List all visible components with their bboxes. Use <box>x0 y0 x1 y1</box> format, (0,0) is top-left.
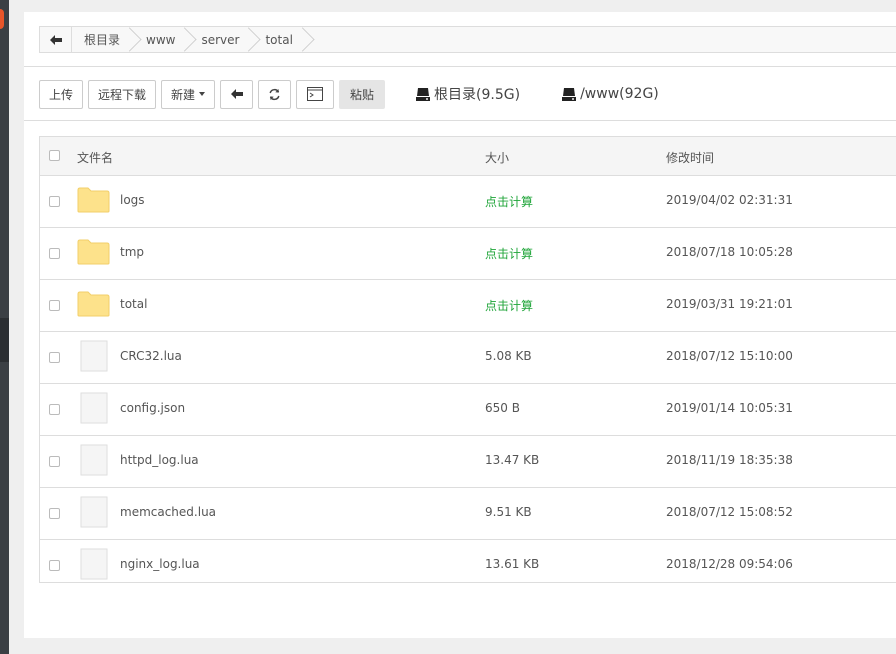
breadcrumb-back-button[interactable] <box>40 27 72 52</box>
folder-icon <box>77 187 110 213</box>
new-label: 新建 <box>171 87 196 102</box>
file-size: 13.47 KB <box>485 453 540 467</box>
refresh-icon <box>269 88 280 100</box>
toolbar: 上传 远程下载 新建 粘贴 根目录(9.5G) /www(92G) <box>39 79 659 109</box>
breadcrumb: 根目录 www server total <box>39 26 896 53</box>
row-checkbox[interactable] <box>49 352 60 363</box>
modified-time: 2018/11/19 18:35:38 <box>666 453 793 467</box>
file-name[interactable]: nginx_log.lua <box>120 557 200 571</box>
breadcrumb-label: total <box>265 32 293 47</box>
modified-time: 2018/07/12 15:10:00 <box>666 349 793 363</box>
calc-size-link[interactable]: 点击计算 <box>485 245 533 262</box>
file-name[interactable]: memcached.lua <box>120 505 216 519</box>
file-name[interactable]: config.json <box>120 401 185 415</box>
file-size: 650 B <box>485 401 520 415</box>
modified-time: 2019/04/02 02:31:31 <box>666 193 793 207</box>
file-icon <box>80 548 108 580</box>
disk-www-label: /www(92G) <box>580 86 659 102</box>
table-row[interactable]: CRC32.lua 5.08 KB 2018/07/12 15:10:00 <box>40 332 896 384</box>
row-checkbox[interactable] <box>49 456 60 467</box>
column-header-size[interactable]: 大小 <box>485 149 509 166</box>
file-table: 文件名 大小 修改时间 logs 点击计算 2019/04/02 02:31:3… <box>39 136 896 583</box>
modified-time: 2018/07/18 10:05:28 <box>666 245 793 259</box>
breadcrumb-label: server <box>201 32 240 47</box>
left-sidebar-strip <box>0 0 9 654</box>
folder-icon <box>77 239 110 265</box>
calc-size-link[interactable]: 点击计算 <box>485 193 533 210</box>
row-checkbox[interactable] <box>49 560 60 571</box>
sidebar-active-band <box>0 318 9 362</box>
select-all-checkbox[interactable] <box>49 150 60 161</box>
row-checkbox[interactable] <box>49 300 60 311</box>
column-header-name[interactable]: 文件名 <box>77 149 113 166</box>
breadcrumb-item-root[interactable]: 根目录 <box>72 27 134 52</box>
hard-drive-icon <box>562 87 577 101</box>
hard-drive-icon <box>416 87 431 101</box>
file-name[interactable]: total <box>120 297 147 311</box>
file-name[interactable]: tmp <box>120 245 144 259</box>
remote-download-button[interactable]: 远程下载 <box>88 79 157 109</box>
divider <box>24 66 896 67</box>
file-icon <box>80 496 108 528</box>
breadcrumb-item-server[interactable]: server <box>189 27 253 52</box>
terminal-button[interactable] <box>296 79 335 109</box>
table-row[interactable]: logs 点击计算 2019/04/02 02:31:31 <box>40 176 896 228</box>
file-name[interactable]: httpd_log.lua <box>120 453 199 467</box>
table-row[interactable]: tmp 点击计算 2018/07/18 10:05:28 <box>40 228 896 280</box>
back-button[interactable] <box>220 79 254 109</box>
file-name[interactable]: CRC32.lua <box>120 349 182 363</box>
paste-label: 粘贴 <box>350 87 375 102</box>
disk-www[interactable]: /www(92G) <box>562 86 659 102</box>
terminal-icon <box>307 87 324 101</box>
row-checkbox[interactable] <box>49 248 60 259</box>
new-dropdown-button[interactable]: 新建 <box>161 79 216 109</box>
file-size: 9.51 KB <box>485 505 532 519</box>
file-icon <box>80 340 108 372</box>
notification-badge <box>0 9 4 29</box>
breadcrumb-item-total[interactable]: total <box>253 27 306 52</box>
disk-root-label: 根目录(9.5G) <box>434 87 521 103</box>
modified-time: 2019/03/31 19:21:01 <box>666 297 793 311</box>
file-icon <box>80 444 108 476</box>
file-name[interactable]: logs <box>120 193 145 207</box>
column-header-modified[interactable]: 修改时间 <box>666 149 714 166</box>
file-size: 13.61 KB <box>485 557 540 571</box>
remote-download-label: 远程下载 <box>98 87 147 102</box>
row-checkbox[interactable] <box>49 196 60 207</box>
modified-time: 2018/07/12 15:08:52 <box>666 505 793 519</box>
table-row[interactable]: total 点击计算 2019/03/31 19:21:01 <box>40 280 896 332</box>
modified-time: 2018/12/28 09:54:06 <box>666 557 793 571</box>
upload-button[interactable]: 上传 <box>39 79 84 109</box>
refresh-button[interactable] <box>258 79 292 109</box>
modified-time: 2019/01/14 10:05:31 <box>666 401 793 415</box>
disk-root[interactable]: 根目录(9.5G) <box>416 84 520 104</box>
table-header: 文件名 大小 修改时间 <box>40 137 896 176</box>
calc-size-link[interactable]: 点击计算 <box>485 297 533 314</box>
row-checkbox[interactable] <box>49 508 60 519</box>
table-row[interactable]: httpd_log.lua 13.47 KB 2018/11/19 18:35:… <box>40 436 896 488</box>
table-row[interactable]: nginx_log.lua 13.61 KB 2018/12/28 09:54:… <box>40 540 896 591</box>
upload-label: 上传 <box>49 87 74 102</box>
arrow-left-icon <box>230 89 243 99</box>
divider <box>24 120 896 121</box>
row-checkbox[interactable] <box>49 404 60 415</box>
breadcrumb-label: 根目录 <box>84 33 121 47</box>
table-row[interactable]: memcached.lua 9.51 KB 2018/07/12 15:08:5… <box>40 488 896 540</box>
paste-button[interactable]: 粘贴 <box>339 79 386 109</box>
folder-icon <box>77 291 110 317</box>
breadcrumb-item-www[interactable]: www <box>134 27 189 52</box>
caret-down-icon <box>199 92 206 96</box>
table-row[interactable]: config.json 650 B 2019/01/14 10:05:31 <box>40 384 896 436</box>
file-size: 5.08 KB <box>485 349 532 363</box>
file-manager-panel: 根目录 www server total 上传 远程下载 新建 粘贴 根目录(9… <box>24 12 896 638</box>
arrow-left-icon <box>49 34 62 45</box>
file-icon <box>80 392 108 424</box>
breadcrumb-label: www <box>146 32 176 47</box>
